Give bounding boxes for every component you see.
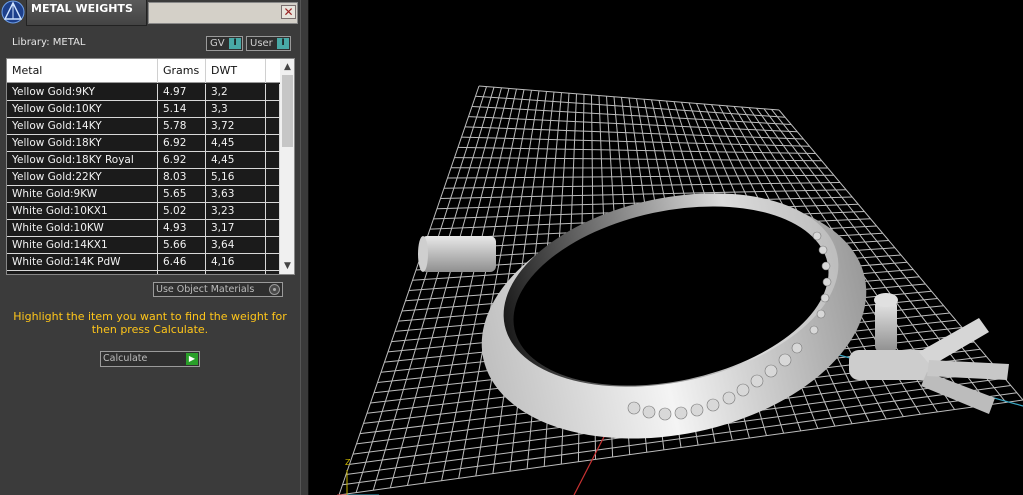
spacer-cell <box>266 118 280 135</box>
scroll-up-icon[interactable]: ▲ <box>280 60 294 74</box>
metal-cell: Yellow Gold:18KY <box>7 135 158 152</box>
title-bar-fill <box>148 2 298 24</box>
spacer-cell <box>266 101 280 118</box>
metal-cell: White Gold:14KX1 <box>7 237 158 254</box>
calculate-label: Calculate <box>103 353 148 364</box>
spacer-cell <box>266 135 280 152</box>
radio-icon[interactable] <box>269 284 280 295</box>
metal-cell: White Gold:14K PdW <box>7 254 158 271</box>
dwt-cell: 3,3 <box>206 101 266 118</box>
spacer-cell <box>266 220 280 237</box>
table-row[interactable]: Yellow Gold:10KY 5.14 3,3 <box>7 101 280 118</box>
table-row[interactable]: Yellow Gold:18KY Royal 6.92 4,45 <box>7 152 280 169</box>
metal-cell: White Gold:10KX1 <box>7 203 158 220</box>
table-row[interactable]: Yellow Gold:22KY 8.03 5,16 <box>7 169 280 186</box>
table-row[interactable]: Yellow Gold:18KY 6.92 4,45 <box>7 135 280 152</box>
grams-cell: 4.97 <box>158 84 206 101</box>
axis-z-label: Z <box>345 458 351 467</box>
metal-cell: Yellow Gold:14KY <box>7 118 158 135</box>
grams-cell: 6.46 <box>158 254 206 271</box>
ring-model[interactable] <box>418 164 1009 472</box>
grams-cell: 5.02 <box>158 203 206 220</box>
metal-cell: White Gold:14KW <box>7 271 158 274</box>
app-logo-icon <box>1 0 25 24</box>
use-object-materials-label: Use Object Materials <box>156 284 255 295</box>
gv-toggle-label: GV <box>210 38 225 49</box>
table-row[interactable]: White Gold:10KW 4.93 3,17 <box>7 220 280 237</box>
user-toggle-label: User <box>250 38 273 49</box>
spacer-cell <box>266 254 280 271</box>
gv-indicator-icon: I <box>229 38 241 49</box>
metal-cell: Yellow Gold:9KY <box>7 84 158 101</box>
grams-cell: 5.14 <box>158 101 206 118</box>
metal-weights-panel: METAL WEIGHTS ✕ Library: METAL GV I User… <box>0 0 300 495</box>
table-row[interactable]: Yellow Gold:9KY 4.97 3,2 <box>7 84 280 101</box>
spacer-cell <box>266 203 280 220</box>
viewport-scene <box>337 85 1023 495</box>
grams-cell: 6.92 <box>158 152 206 169</box>
metal-cell: Yellow Gold:22KY <box>7 169 158 186</box>
dwt-cell: 3,23 <box>206 203 266 220</box>
dwt-cell: 3,17 <box>206 220 266 237</box>
table-row[interactable]: White Gold:14KX1 5.66 3,64 <box>7 237 280 254</box>
table-row[interactable]: White Gold:9KW 5.65 3,63 <box>7 186 280 203</box>
dwt-cell: 3,64 <box>206 237 266 254</box>
grams-cell: 5.95 <box>158 271 206 274</box>
metal-cell: White Gold:9KW <box>7 186 158 203</box>
spacer-cell <box>266 237 280 254</box>
grams-cell: 5.65 <box>158 186 206 203</box>
dwt-cell: 3,63 <box>206 186 266 203</box>
column-header-metal[interactable]: Metal <box>7 59 158 83</box>
spacer-cell <box>266 271 280 274</box>
grams-cell: 5.78 <box>158 118 206 135</box>
spacer-cell <box>266 186 280 203</box>
table-row[interactable]: Yellow Gold:14KY 5.78 3,72 <box>7 118 280 135</box>
dwt-cell: 3,2 <box>206 84 266 101</box>
table-scrollbar[interactable]: ▲ ▼ <box>280 59 294 274</box>
table-row[interactable]: White Gold:14K PdW 6.46 4,16 <box>7 254 280 271</box>
use-object-materials-option[interactable]: Use Object Materials <box>153 282 283 297</box>
grams-cell: 8.03 <box>158 169 206 186</box>
table-row[interactable]: White Gold:10KX1 5.02 3,23 <box>7 203 280 220</box>
dwt-cell: 4,45 <box>206 135 266 152</box>
gv-toggle[interactable]: GV I <box>206 36 243 51</box>
panel-title: METAL WEIGHTS <box>26 0 147 26</box>
metal-cell: Yellow Gold:18KY Royal <box>7 152 158 169</box>
close-icon[interactable]: ✕ <box>281 5 296 19</box>
table-header: Metal Grams DWT <box>7 59 280 83</box>
metal-table: Metal Grams DWT Yellow Gold:9KY 4.97 3,2 Ye… <box>6 58 295 275</box>
spacer-cell <box>266 84 280 101</box>
grams-cell: 5.66 <box>158 237 206 254</box>
column-header-dwt[interactable]: DWT <box>206 59 266 83</box>
3d-viewport[interactable]: Z <box>309 0 1023 495</box>
calculate-button[interactable]: Calculate ▶ <box>100 351 200 367</box>
play-arrow-icon: ▶ <box>186 353 198 365</box>
scroll-thumb[interactable] <box>282 75 293 147</box>
dwt-cell: 5,16 <box>206 169 266 186</box>
table-row[interactable]: White Gold:14KW5.953,83 <box>7 271 280 274</box>
grams-cell: 4.93 <box>158 220 206 237</box>
spacer-cell <box>266 169 280 186</box>
dwt-cell: 3,72 <box>206 118 266 135</box>
metal-cell: Yellow Gold:10KY <box>7 101 158 118</box>
spacer-cell <box>266 152 280 169</box>
grams-cell: 6.92 <box>158 135 206 152</box>
panel-titlebar: METAL WEIGHTS ✕ <box>0 0 300 26</box>
dwt-cell: 4,45 <box>206 152 266 169</box>
column-header-grams[interactable]: Grams <box>158 59 206 83</box>
user-indicator-icon: I <box>277 38 289 49</box>
library-label: Library: METAL <box>12 37 86 48</box>
dwt-cell: 4,16 <box>206 254 266 271</box>
panel-splitter[interactable] <box>300 0 309 495</box>
user-toggle[interactable]: User I <box>246 36 291 51</box>
instruction-text: Highlight the item you want to find the … <box>13 310 287 336</box>
dwt-cell: 3,83 <box>206 271 266 274</box>
metal-cell: White Gold:10KW <box>7 220 158 237</box>
scroll-down-icon[interactable]: ▼ <box>280 259 294 273</box>
